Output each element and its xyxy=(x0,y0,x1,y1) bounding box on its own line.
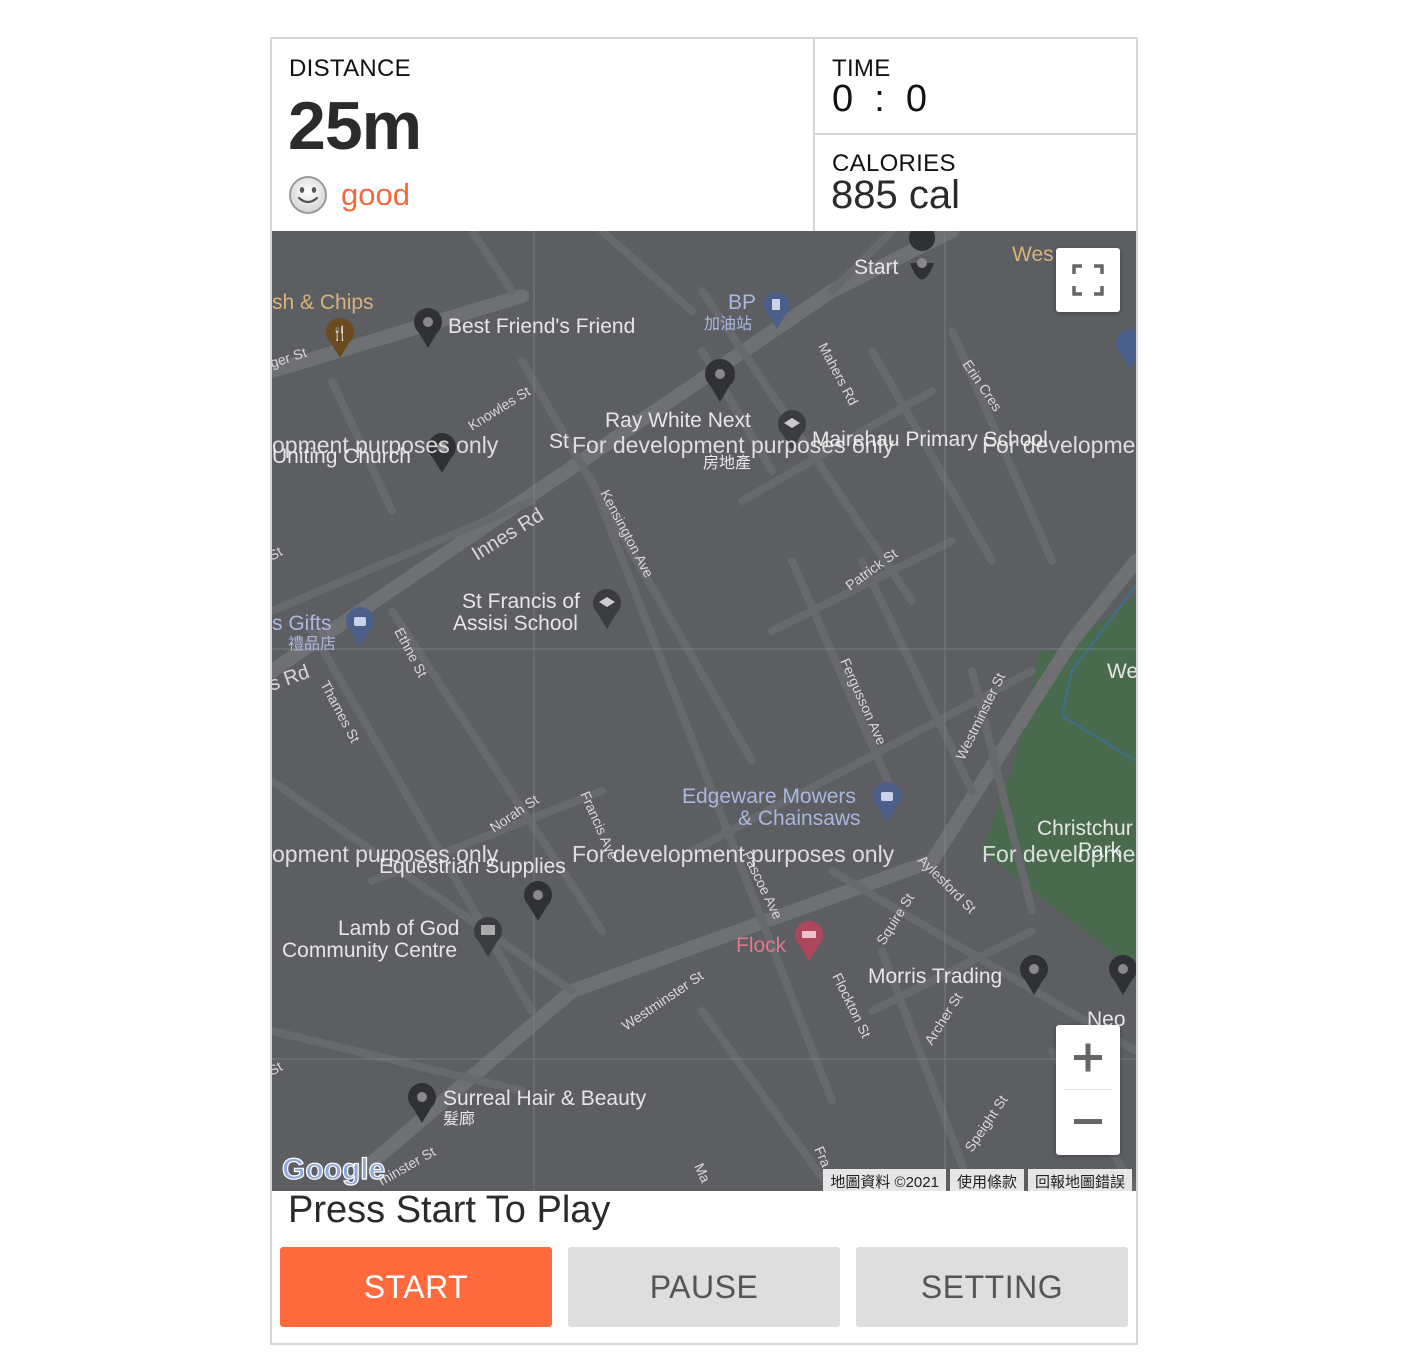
street-mahers: Mahers Rd xyxy=(815,340,861,408)
street-aylesford: Aylesford St xyxy=(915,852,980,917)
label-edgeware-1: Edgeware Mowers xyxy=(682,785,856,808)
status-text: Press Start To Play xyxy=(288,1189,611,1231)
street-st-left-1: St xyxy=(272,543,285,564)
watermark-5: For development purposes only xyxy=(572,841,895,867)
label-st-francis-2: Assisi School xyxy=(453,612,578,635)
pin-st-francis-school xyxy=(593,589,621,629)
mood-indicator: good xyxy=(288,175,410,215)
watermark-1: opment purposes only xyxy=(272,432,499,458)
map-data-credit: 地圖資料 ©2021 xyxy=(823,1169,946,1191)
fullscreen-button[interactable] xyxy=(1056,248,1120,312)
time-panel: TIME 0 : 0 xyxy=(815,39,1136,135)
label-bp: BP xyxy=(728,291,756,314)
label-best-friends-friend: Best Friend's Friend xyxy=(448,315,635,338)
svg-text:Google: Google xyxy=(282,1153,385,1186)
distance-label: DISTANCE xyxy=(289,55,411,82)
minus-icon xyxy=(1074,1119,1102,1124)
street-ma: Ma xyxy=(691,1161,714,1185)
pin-neo xyxy=(1109,955,1136,995)
street-westminster-2: Westminster St xyxy=(619,967,707,1033)
street-st-left-2: St xyxy=(272,1058,285,1079)
map-attribution: 地圖資料 ©2021 使用條款 回報地圖錯誤 xyxy=(823,1169,1132,1191)
map-canvas[interactable]: 🍴 sh & Chips Best Friend's Friend BP 加油站… xyxy=(272,231,1136,1191)
terms-link[interactable]: 使用條款 xyxy=(949,1169,1024,1191)
label-fish-chips: sh & Chips xyxy=(272,291,374,314)
distance-panel: DISTANCE 25m good xyxy=(272,39,815,231)
google-logo: Google xyxy=(281,1152,386,1186)
distance-value: 25m xyxy=(288,88,422,164)
pin-edgeware xyxy=(873,782,901,822)
pause-button[interactable]: PAUSE xyxy=(568,1247,840,1327)
watermark-4: opment purposes only xyxy=(272,841,499,867)
label-gifts: s Gifts xyxy=(272,612,332,635)
pin-flock xyxy=(795,921,823,961)
map-view[interactable]: 🍴 sh & Chips Best Friend's Friend BP 加油站… xyxy=(272,231,1136,1191)
pin-best-friends-friend xyxy=(414,308,442,348)
street-archer: Archer St xyxy=(921,990,966,1048)
label-bp-sub: 加油站 xyxy=(704,315,752,333)
pin-top-right xyxy=(1116,329,1136,369)
label-edgeware-2: & Chainsaws xyxy=(738,807,861,830)
setting-button[interactable]: SETTING xyxy=(856,1247,1128,1327)
watermark-2: For development purposes only xyxy=(572,432,895,458)
zoom-divider xyxy=(1064,1089,1112,1090)
time-value: 0 : 0 xyxy=(832,78,928,120)
start-button[interactable]: START xyxy=(280,1247,552,1327)
pin-gifts xyxy=(346,607,374,647)
label-ray-white-partial: St xyxy=(549,430,569,453)
label-lamb-2: Community Centre xyxy=(282,939,457,962)
zoom-control xyxy=(1056,1025,1120,1155)
label-st-francis-1: St Francis of xyxy=(462,590,580,613)
label-gifts-sub: 禮品店 xyxy=(288,635,336,653)
stats-header: DISTANCE 25m good TIME 0: 0 CALORIES 88… xyxy=(272,39,1136,231)
calories-panel: CALORIES 885 cal xyxy=(815,135,1136,231)
label-morris: Morris Trading xyxy=(868,965,1002,988)
control-bar: START PAUSE SETTING xyxy=(280,1247,1128,1327)
svg-text:🍴: 🍴 xyxy=(331,325,348,342)
calories-value: 885 cal xyxy=(831,173,960,217)
label-surreal: Surreal Hair & Beauty xyxy=(443,1087,647,1110)
report-error-link[interactable]: 回報地圖錯誤 xyxy=(1027,1169,1132,1191)
smiley-face-icon xyxy=(289,176,327,214)
main-roads xyxy=(272,231,1136,1178)
mood-text: good xyxy=(341,177,410,212)
watermark-3: For developme xyxy=(982,432,1135,458)
game-panel: DISTANCE 25m good TIME 0: 0 CALORIES 88… xyxy=(270,37,1138,1345)
label-surreal-sub: 髮廊 xyxy=(443,1110,475,1128)
watermark-6: For developme xyxy=(982,841,1135,867)
label-christchurch-1: Christchur xyxy=(1037,817,1133,840)
label-flock: Flock xyxy=(736,934,787,957)
label-start: Start xyxy=(854,256,899,279)
pin-equestrian xyxy=(524,881,552,921)
zoom-out-button[interactable] xyxy=(1056,1091,1120,1155)
street-speight: Speight St xyxy=(961,1092,1010,1155)
label-westfield: Wes xyxy=(1012,243,1054,266)
zoom-in-button[interactable] xyxy=(1056,1025,1120,1089)
label-lamb-1: Lamb of God xyxy=(338,917,459,940)
label-ray-white: Ray White Next xyxy=(605,409,751,432)
street-knowles: Knowles St xyxy=(465,383,533,434)
plus-icon xyxy=(1074,1043,1102,1072)
label-we: We xyxy=(1107,660,1136,683)
fullscreen-icon xyxy=(1072,264,1104,296)
